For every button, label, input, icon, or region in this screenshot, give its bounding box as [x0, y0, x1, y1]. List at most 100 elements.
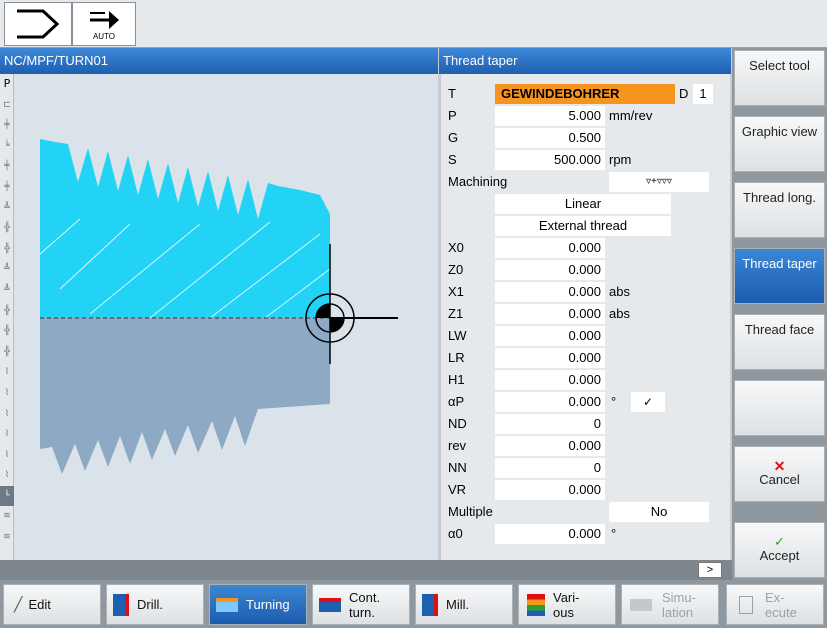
- turning-button[interactable]: Turning: [209, 584, 307, 625]
- cycle-icon-selected[interactable]: └: [0, 485, 14, 507]
- machine-icon: [17, 9, 60, 39]
- d-field[interactable]: 1: [693, 84, 713, 104]
- cycle-icon[interactable]: ⌇: [0, 383, 14, 404]
- cycle-icon[interactable]: ≋: [0, 527, 14, 548]
- s-field[interactable]: 500.000: [495, 150, 605, 170]
- cycle-icon[interactable]: ⊏: [0, 95, 14, 116]
- rev-field[interactable]: 0.000: [495, 436, 605, 456]
- drill-icon: [113, 593, 129, 616]
- cycle-icon[interactable]: ⌇: [0, 424, 14, 445]
- cycle-icon[interactable]: ⌇: [0, 465, 14, 486]
- row-a0: α0 0.000 °: [441, 523, 730, 545]
- cycle-icon[interactable]: ≋: [0, 506, 14, 527]
- thread-type-select[interactable]: External thread: [495, 216, 671, 236]
- label-a0: α0: [448, 526, 463, 541]
- cycle-icon[interactable]: ╩: [0, 280, 14, 301]
- cycle-icon[interactable]: ╬: [0, 301, 14, 322]
- mill-label: Mill.: [446, 597, 470, 612]
- auto-mode-button[interactable]: AUTO: [72, 2, 136, 46]
- label-s: S: [448, 152, 457, 167]
- select-tool-button[interactable]: Select tool: [734, 50, 825, 106]
- unit-x1[interactable]: abs: [609, 284, 630, 299]
- mill-button[interactable]: Mill.: [415, 584, 513, 625]
- cycle-icon[interactable]: ╬: [0, 239, 14, 260]
- g-field[interactable]: 0.500: [495, 128, 605, 148]
- cycle-icon[interactable]: ╘: [0, 136, 14, 157]
- edit-label: Edit: [28, 597, 51, 612]
- thread-taper-button[interactable]: Thread taper: [734, 248, 825, 304]
- x1-field[interactable]: 0.000: [495, 282, 605, 302]
- lr-field[interactable]: 0.000: [495, 348, 605, 368]
- row-x1: X1 0.000 abs: [441, 281, 730, 303]
- cycle-icon-strip: P ⊏ ╪ ╘ ╪ ╪ ╩ ╬ ╬ ╩ ╩ ╬ ╬ ╬ ⌇ ⌇ ⌇ ⌇ ⌇ ⌇ …: [0, 74, 14, 560]
- cycle-icon[interactable]: ⌇: [0, 445, 14, 466]
- linear-select[interactable]: Linear: [495, 194, 671, 214]
- label-t: T: [448, 86, 456, 101]
- nn-field[interactable]: 0: [495, 458, 605, 478]
- cycle-icon[interactable]: ╩: [0, 259, 14, 280]
- simulation-icon: [630, 598, 652, 611]
- unit-a0: °: [611, 526, 617, 541]
- cycle-icon[interactable]: ╬: [0, 342, 14, 363]
- top-bar: AUTO: [0, 0, 827, 48]
- thread-upper: [40, 139, 330, 318]
- z0-field[interactable]: 0.000: [495, 260, 605, 280]
- cycle-icon[interactable]: ╪: [0, 156, 14, 177]
- multiple-select[interactable]: No: [609, 502, 709, 522]
- scroll-next-button[interactable]: >: [698, 562, 722, 578]
- accept-check-icon: ✓: [774, 534, 785, 549]
- cycle-icon[interactable]: ╪: [0, 115, 14, 136]
- various-button[interactable]: Vari-ous: [518, 584, 616, 625]
- turning-icon: [216, 597, 238, 612]
- vr-field[interactable]: 0.000: [495, 480, 605, 500]
- z1-field[interactable]: 0.000: [495, 304, 605, 324]
- machine-mode-button[interactable]: [4, 2, 72, 46]
- label-p: P: [448, 108, 457, 123]
- x0-field[interactable]: 0.000: [495, 238, 605, 258]
- simulation-label-2: lation: [662, 604, 694, 620]
- unit-s: rpm: [609, 152, 632, 167]
- empty-softkey[interactable]: [734, 380, 825, 436]
- contour-turning-icon: [319, 597, 341, 612]
- thread-long-button[interactable]: Thread long.: [734, 182, 825, 238]
- row-h1: H1 0.000: [441, 369, 730, 391]
- machining-select[interactable]: ▿+▿▿▿: [609, 172, 709, 192]
- cycle-icon[interactable]: ⌇: [0, 404, 14, 425]
- lw-field[interactable]: 0.000: [495, 326, 605, 346]
- edit-button[interactable]: ╱ Edit: [3, 584, 101, 625]
- row-t: T GEWINDEBOHRER D 1: [441, 83, 730, 105]
- ap-field[interactable]: 0.000: [495, 392, 605, 412]
- mill-icon: [422, 593, 438, 616]
- cycle-icon[interactable]: ╪: [0, 177, 14, 198]
- a0-field[interactable]: 0.000: [495, 524, 605, 544]
- parameter-form: T GEWINDEBOHRER D 1 P 5.000 mm/rev G 0.5…: [441, 74, 730, 560]
- execute-button[interactable]: Ex-ecute: [726, 584, 824, 625]
- label-multiple: Multiple: [448, 504, 493, 519]
- label-vr: VR: [448, 482, 467, 497]
- cycle-icon[interactable]: ⌇: [0, 362, 14, 383]
- nd-field[interactable]: 0: [495, 414, 605, 434]
- thread-face-button[interactable]: Thread face: [734, 314, 825, 370]
- row-nd: ND 0: [441, 413, 730, 435]
- tool-field[interactable]: GEWINDEBOHRER: [495, 84, 675, 104]
- zero-point-quadrant: [330, 318, 344, 332]
- unit-z1[interactable]: abs: [609, 306, 630, 321]
- h1-field[interactable]: 0.000: [495, 370, 605, 390]
- cycle-icon[interactable]: ╩: [0, 198, 14, 219]
- row-nn: NN 0: [441, 457, 730, 479]
- drill-button[interactable]: Drill.: [106, 584, 204, 625]
- infeed-select-icon[interactable]: ✓: [631, 392, 665, 412]
- p-field[interactable]: 5.000: [495, 106, 605, 126]
- accept-button[interactable]: ✓ Accept: [734, 522, 825, 578]
- row-rev: rev 0.000: [441, 435, 730, 457]
- cycle-icon[interactable]: ╬: [0, 218, 14, 239]
- accept-label: Accept: [759, 548, 800, 563]
- contour-turning-button[interactable]: Cont. turn.: [312, 584, 410, 625]
- graphic-view-button[interactable]: Graphic view: [734, 116, 825, 172]
- simulation-label-1: Simu-: [662, 589, 696, 605]
- cancel-button[interactable]: ✕ Cancel: [734, 446, 825, 502]
- row-ap: αP 0.000 ° ✓: [441, 391, 730, 413]
- row-thread-type: External thread: [441, 215, 730, 237]
- simulation-button[interactable]: Simu-lation: [621, 584, 719, 625]
- cycle-icon[interactable]: ╬: [0, 321, 14, 342]
